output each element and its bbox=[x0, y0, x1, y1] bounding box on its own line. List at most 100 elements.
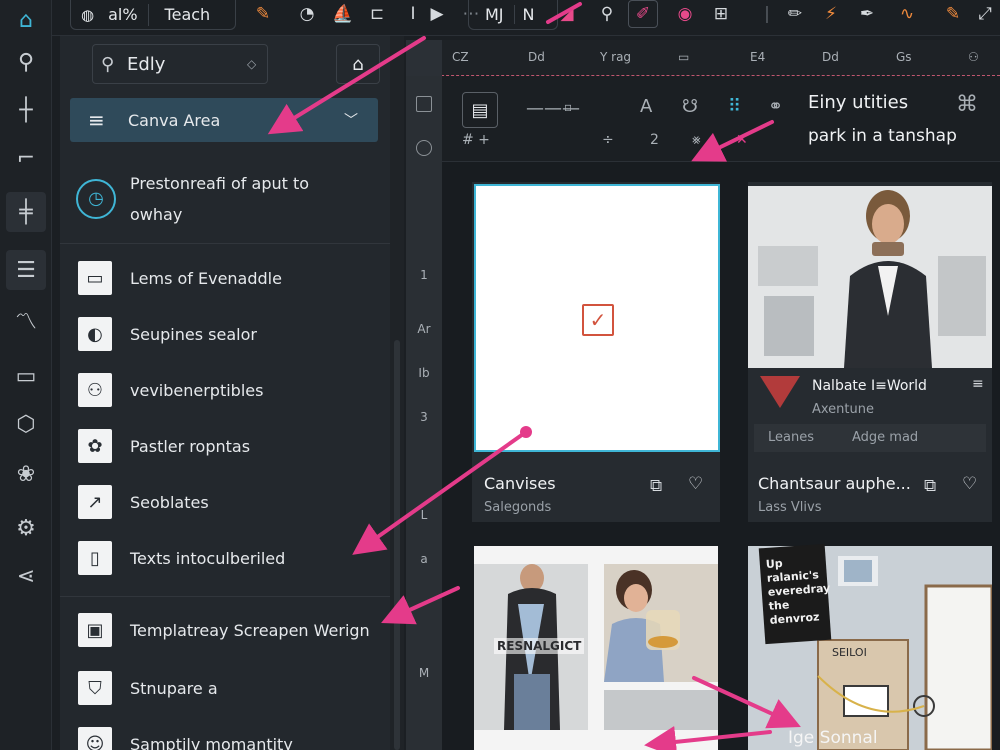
dropdown-label: Canva Area bbox=[128, 110, 221, 130]
subbar-mark: 2 bbox=[650, 132, 659, 148]
eraser-icon[interactable]: ◢ bbox=[552, 0, 582, 28]
subbar-subheading: park in a tanshap bbox=[808, 126, 957, 146]
item-thumb-icon: ▭ bbox=[78, 261, 112, 295]
list-item[interactable]: ⚇ vevibenerptibles bbox=[60, 362, 390, 418]
wand-icon[interactable]: ⚡ bbox=[816, 0, 846, 28]
list-item[interactable]: ⛉ Stnupare a bbox=[60, 660, 390, 716]
ruler-home-icon[interactable] bbox=[416, 96, 432, 112]
pattern-icon[interactable]: ⌘ bbox=[956, 92, 978, 117]
link-icon[interactable]: ⚭ bbox=[768, 96, 783, 117]
list-item[interactable]: ▯ Texts intoculberiled bbox=[60, 530, 390, 586]
pen-icon[interactable]: ✒ bbox=[852, 0, 882, 28]
list-item[interactable]: ✿ Pastler ropntas bbox=[60, 418, 390, 474]
item-thumb-icon: ▣ bbox=[78, 613, 112, 647]
search-value[interactable]: Edly bbox=[127, 54, 247, 75]
chevron-down-icon[interactable]: ﹀ bbox=[344, 110, 378, 130]
ruler-label: Dd bbox=[822, 50, 839, 64]
draw-tool-icon[interactable]: ✐ bbox=[628, 0, 658, 28]
n-button[interactable]: N bbox=[513, 5, 543, 24]
item-thumb-icon: ◐ bbox=[78, 317, 112, 351]
chevron-down-icon[interactable]: ◇ bbox=[247, 57, 267, 71]
list-item[interactable]: ▣ Templatreay Screapen Werign bbox=[60, 602, 390, 658]
chart-tool-icon[interactable]: 〽 bbox=[6, 300, 46, 340]
teach-button[interactable]: Teach bbox=[155, 5, 221, 24]
search-tool-icon[interactable]: ⚲ bbox=[6, 42, 46, 82]
businesswoman-illustration bbox=[748, 186, 992, 368]
tag-label[interactable]: Adge mad bbox=[852, 430, 918, 445]
vruler-label: Ib bbox=[418, 366, 430, 380]
heart-icon[interactable]: ♡ bbox=[688, 474, 703, 494]
grid-tool-icon[interactable]: ╪ bbox=[6, 192, 46, 232]
ruler-label: Dd bbox=[528, 50, 545, 64]
zoom-group: ◍ al% Teach bbox=[70, 0, 236, 30]
squiggle-icon[interactable]: ∿ bbox=[892, 0, 922, 28]
edit-icon[interactable]: ⧉ bbox=[650, 476, 662, 496]
grid-dots-icon[interactable]: ⠿ bbox=[728, 96, 741, 117]
sailboat-icon[interactable]: ⛵ bbox=[328, 0, 358, 28]
icon-rail: ⌂ ⚲ ┼ ⌐ ╪ ☰ 〽 ▭ ⬡ ❀ ⚙ ⋖ bbox=[0, 0, 52, 750]
ruler-label: Y rag bbox=[600, 50, 632, 64]
presto-item[interactable]: ◷ Prestonreafi of aput to owhay bbox=[60, 154, 390, 244]
clock-icon[interactable]: ◔ bbox=[292, 0, 322, 28]
layers-icon[interactable]: ☰ bbox=[6, 250, 46, 290]
edit-icon[interactable]: ⧉ bbox=[924, 476, 936, 496]
list-item-label: Stnupare a bbox=[130, 678, 218, 698]
heart-icon[interactable]: ♡ bbox=[962, 474, 977, 494]
mj-button[interactable]: MJ bbox=[475, 5, 514, 24]
magnifier-icon[interactable]: ⚲ bbox=[592, 0, 622, 28]
frame-tool-icon[interactable]: ▭ bbox=[6, 356, 46, 396]
list-item[interactable]: ☺ Samptily momantity bbox=[60, 716, 390, 750]
text-a-icon[interactable]: A bbox=[640, 96, 652, 117]
blank-canvas[interactable]: ✓ bbox=[474, 184, 720, 452]
brush-icon[interactable]: ✎ bbox=[248, 0, 278, 28]
zoom-label[interactable]: al% bbox=[104, 5, 141, 24]
panel-scrollbar-thumb[interactable] bbox=[394, 340, 400, 750]
list-item-label: Seupines sealor bbox=[130, 324, 257, 344]
list-item[interactable]: ↗ Seoblates bbox=[60, 474, 390, 530]
crop-icon[interactable]: ⌐ bbox=[6, 138, 46, 178]
list-item[interactable]: ▭ Lems of Evenaddle bbox=[60, 250, 390, 306]
tag-label[interactable]: Leanes bbox=[768, 430, 814, 445]
item-thumb-icon: ⚇ bbox=[78, 373, 112, 407]
search-field[interactable]: ⚲ Edly ◇ bbox=[92, 44, 268, 84]
list-item-label: vevibenerptibles bbox=[130, 380, 264, 400]
vruler-label: 3 bbox=[420, 410, 428, 424]
small-square-icon[interactable]: ▫ bbox=[564, 100, 572, 114]
card-title: Chantsaur auphe... bbox=[758, 474, 911, 493]
shapes-tool-icon[interactable]: ⬡ bbox=[6, 404, 46, 444]
elements-tool-icon[interactable]: ❀ bbox=[6, 454, 46, 494]
vruler-label: a bbox=[420, 552, 428, 566]
ruler-settings-icon[interactable] bbox=[416, 140, 432, 156]
brand-subtitle: Axentune bbox=[812, 402, 874, 417]
crosshair-icon[interactable]: ┼ bbox=[6, 90, 46, 130]
home-icon[interactable]: ⌂ bbox=[6, 0, 46, 40]
apps-tool-icon[interactable]: ⚙ bbox=[6, 508, 46, 548]
panel-divider bbox=[60, 596, 390, 597]
subbar-mark: ⨳ bbox=[692, 132, 701, 148]
business-photo bbox=[748, 186, 992, 368]
pencil-icon[interactable]: ✏ bbox=[780, 0, 810, 28]
app-window: ⌂ ⚲ ┼ ⌐ ╪ ☰ 〽 ▭ ⬡ ❀ ⚙ ⋖ ◍ al% Teach ✎ ◔ … bbox=[0, 0, 1000, 750]
checkbox-icon[interactable]: ✓ bbox=[582, 304, 614, 336]
transform-icon[interactable]: ⊏ bbox=[362, 0, 392, 28]
woman-with-glass-illustration bbox=[604, 564, 718, 682]
play-icon[interactable]: ▶ bbox=[422, 0, 452, 28]
layers-button[interactable]: ▤ bbox=[462, 92, 498, 128]
share-tool-icon[interactable]: ⋖ bbox=[6, 556, 46, 596]
curve-tool-icon[interactable]: ☋ bbox=[682, 96, 698, 117]
list-item[interactable]: ◐ Seupines sealor bbox=[60, 306, 390, 362]
marker-icon[interactable]: ✎ bbox=[938, 0, 968, 28]
board-label: SEILOI bbox=[832, 646, 867, 659]
zoom-tool-icon[interactable]: ◉ bbox=[670, 0, 700, 28]
card-title: Canvises bbox=[484, 474, 556, 493]
list-item-label: Pastler ropntas bbox=[130, 436, 251, 456]
mj-group: MJ N bbox=[468, 0, 558, 30]
layout-icon[interactable]: ⊞ bbox=[706, 0, 736, 28]
list-item-label: Templatreay Screapen Werign bbox=[130, 620, 370, 640]
expand-icon[interactable]: ⤢ bbox=[970, 0, 1000, 28]
globe-icon[interactable]: ◍ bbox=[71, 6, 104, 24]
home-button[interactable]: ⌂ bbox=[336, 44, 380, 84]
menu-icon[interactable]: ≡ bbox=[972, 376, 984, 392]
search-icon: ⚲ bbox=[101, 53, 115, 75]
canvas-area-dropdown[interactable]: ≡ Canva Area ﹀ bbox=[70, 98, 378, 142]
